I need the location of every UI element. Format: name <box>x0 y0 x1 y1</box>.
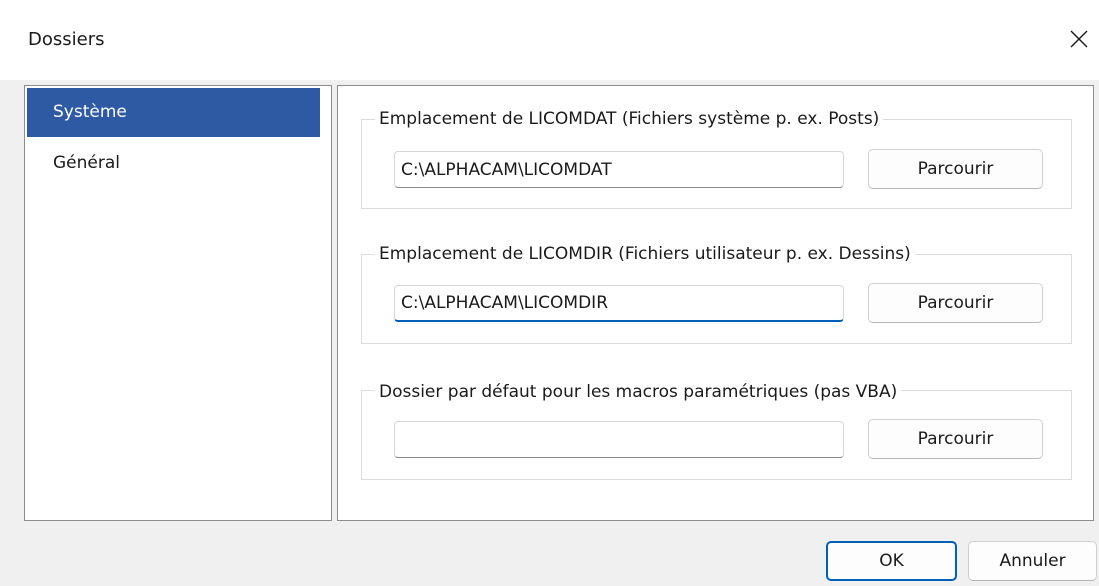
licomdat-browse-button[interactable]: Parcourir <box>868 149 1043 189</box>
nav-item-systeme[interactable]: Système <box>27 88 320 137</box>
category-list: Système Général <box>24 85 332 521</box>
nav-item-general[interactable]: Général <box>27 139 320 188</box>
ok-button[interactable]: OK <box>826 541 957 581</box>
title-bar: Dossiers <box>0 0 1099 80</box>
licomdir-browse-button[interactable]: Parcourir <box>868 283 1043 323</box>
close-icon <box>1070 30 1088 48</box>
licomdir-path-input[interactable] <box>394 285 844 322</box>
macros-folder-browse-button[interactable]: Parcourir <box>868 419 1043 459</box>
close-button[interactable] <box>1064 24 1094 54</box>
licomdat-path-input[interactable] <box>394 151 844 188</box>
macros-folder-group-label: Dossier par défaut pour les macros param… <box>375 381 902 403</box>
licomdat-group-label: Emplacement de LICOMDAT (Fichiers systèm… <box>375 108 884 130</box>
macros-folder-path-input[interactable] <box>394 421 844 458</box>
dialog-title: Dossiers <box>28 29 105 50</box>
licomdir-group-label: Emplacement de LICOMDIR (Fichiers utilis… <box>375 243 915 265</box>
dossiers-dialog: Dossiers Système Général Emplacement de … <box>0 0 1099 586</box>
cancel-button[interactable]: Annuler <box>968 541 1097 581</box>
